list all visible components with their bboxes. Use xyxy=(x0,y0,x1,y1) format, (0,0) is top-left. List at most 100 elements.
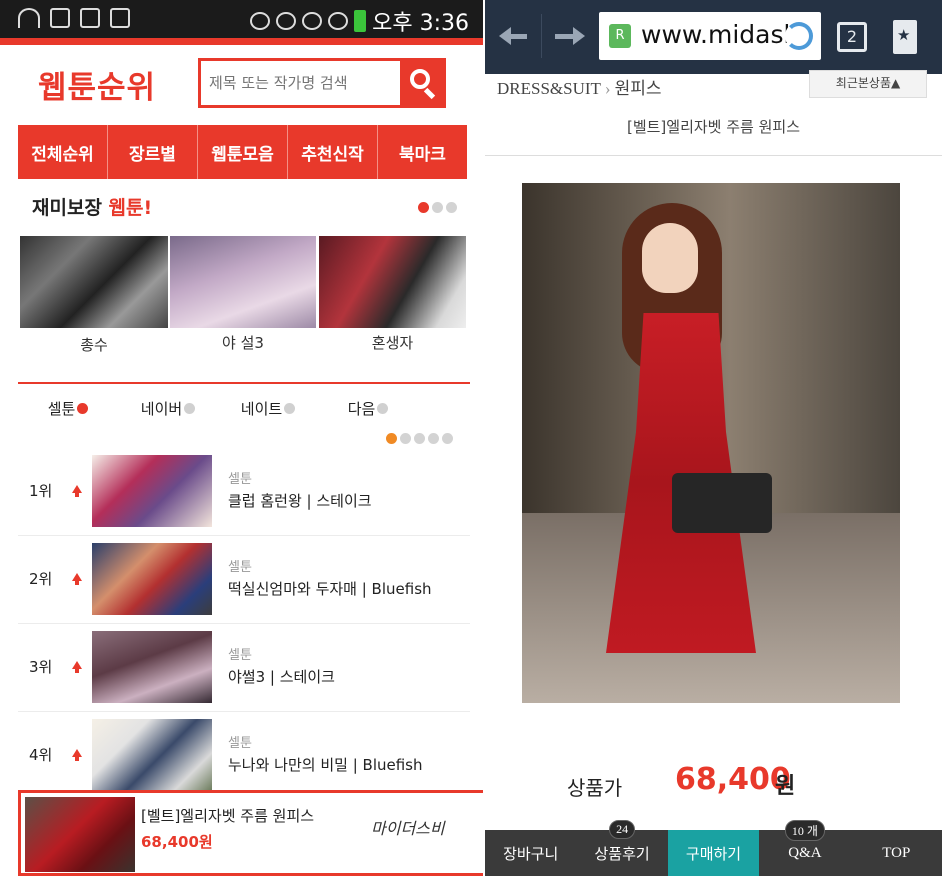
platform-tab-celltoon[interactable]: 셀툰 xyxy=(18,390,118,426)
platform-tab-daum[interactable]: 다음 xyxy=(318,390,418,426)
pager-dot[interactable] xyxy=(442,433,453,444)
android-status-bar: 오후 3:36 xyxy=(0,0,483,38)
pager-dot[interactable] xyxy=(414,433,425,444)
tab-label: TOP xyxy=(882,844,911,861)
breadcrumb-subcategory[interactable]: 원피스 xyxy=(615,79,662,98)
tab-label: Q&A xyxy=(788,844,822,861)
top-button[interactable]: TOP xyxy=(851,830,942,876)
ranking-pager xyxy=(386,433,453,444)
pager-dot[interactable] xyxy=(400,433,411,444)
ranking-title: 누나와 나만의 비밀 | Bluefish xyxy=(228,756,423,774)
platform-label: 셀툰 xyxy=(47,399,76,418)
qna-button[interactable]: 10 개 Q&A xyxy=(759,820,850,876)
reviews-count-badge: 24 xyxy=(609,820,636,839)
recent-products-button[interactable]: 최근본상품▲ xyxy=(809,70,927,98)
buy-button[interactable]: 구매하기 xyxy=(667,830,760,876)
main-nav: 전체순위 장르별 웹툰모음 추천신작 북마크 xyxy=(18,125,467,179)
platform-label: 네이트 xyxy=(240,399,283,418)
pager-dot[interactable] xyxy=(428,433,439,444)
reload-icon[interactable] xyxy=(785,22,813,50)
forward-button[interactable] xyxy=(553,22,585,50)
tab-label: 구매하기 xyxy=(685,846,742,863)
search-box xyxy=(198,58,446,108)
ranking-title: 클럽 홈런왕 | 스테이크 xyxy=(228,492,372,510)
shop-browser-panel: R www.midasb 2 DRESS&SUIT›원피스 최근본상품▲ [벨트… xyxy=(485,0,942,876)
featured-thumbnail xyxy=(170,236,316,328)
pager-dot[interactable] xyxy=(446,202,457,213)
ad-product-image xyxy=(25,797,135,872)
platform-label: 다음 xyxy=(347,399,376,418)
ranking-title: 야썰3 | 스테이크 xyxy=(228,668,335,686)
featured-item[interactable]: 야 설3 xyxy=(170,236,316,352)
ranking-platform: 셀툰 xyxy=(228,472,252,487)
ranking-row[interactable]: 4위 셀툰 누나와 나만의 비밀 | Bluefish xyxy=(18,712,470,800)
search-icon xyxy=(410,69,430,89)
breadcrumb-path: DRESS&SUIT › 원피스 xyxy=(497,74,662,99)
bookmark-icon[interactable] xyxy=(893,20,917,54)
clutch-bag xyxy=(672,473,772,533)
banner-ad[interactable]: [벨트]엘리자벳 주름 원피스 68,400원 마이더스비 xyxy=(18,790,483,876)
ranking-row[interactable]: 1위 셀툰 클럽 홈런왕 | 스테이크 xyxy=(18,448,470,536)
platform-dot xyxy=(184,402,196,414)
platform-tab-naver[interactable]: 네이버 xyxy=(118,390,218,426)
title-divider xyxy=(485,155,942,156)
signal-icon xyxy=(302,12,323,30)
download-icon xyxy=(110,8,130,28)
section-divider xyxy=(18,382,470,384)
search-button[interactable] xyxy=(400,60,444,106)
featured-item[interactable]: 총수 xyxy=(20,236,168,354)
pager-dot-active[interactable] xyxy=(386,433,397,444)
cart-button[interactable]: 장바구니 xyxy=(485,830,576,876)
ranking-platform: 셀툰 xyxy=(228,648,252,663)
featured-item[interactable]: 혼생자 xyxy=(319,236,466,352)
address-bar[interactable]: R www.midasb xyxy=(599,12,821,60)
status-time: 오후 3:36 xyxy=(372,11,469,36)
rank-number: 4위 xyxy=(29,746,53,764)
ranking-thumbnail xyxy=(92,719,212,791)
no-sim-icon xyxy=(328,12,349,30)
back-button[interactable] xyxy=(499,22,531,50)
eye-icon xyxy=(250,12,271,30)
promo-heading-accent: 웹툰! xyxy=(108,197,153,219)
ranking-list: 1위 셀툰 클럽 홈런왕 | 스테이크 2위 셀툰 떡실신엄마와 두자매 | B… xyxy=(18,448,470,800)
qna-count-badge: 10 개 xyxy=(784,820,825,841)
browser-toolbar: R www.midasb 2 xyxy=(485,0,942,74)
platform-dot xyxy=(284,402,296,414)
toolbar-separator xyxy=(541,14,542,58)
platform-label: 네이버 xyxy=(140,399,183,418)
nav-recommended[interactable]: 추천신작 xyxy=(288,125,378,179)
rank-number: 3위 xyxy=(29,658,53,676)
featured-caption: 혼생자 xyxy=(371,334,414,352)
ranking-row[interactable]: 2위 셀툰 떡실신엄마와 두자매 | Bluefish xyxy=(18,536,470,624)
sim-icon xyxy=(50,8,70,28)
featured-carousel: 총수 야 설3 혼생자 xyxy=(20,236,466,366)
price-unit: 원 xyxy=(775,774,796,799)
search-input[interactable] xyxy=(209,69,399,97)
price-row: 상품가 68,400 원 xyxy=(485,760,942,810)
pager-dot-active[interactable] xyxy=(418,202,429,213)
search-icon-handle xyxy=(423,87,436,100)
nav-all-ranking[interactable]: 전체순위 xyxy=(18,125,108,179)
rank-up-icon xyxy=(72,485,82,497)
ranking-thumbnail xyxy=(92,455,212,527)
platform-tab-nate[interactable]: 네이트 xyxy=(218,390,318,426)
gallery-icon xyxy=(80,8,100,28)
nav-collection[interactable]: 웹툰모음 xyxy=(198,125,288,179)
ad-price: 68,400원 xyxy=(141,833,213,851)
nav-genre[interactable]: 장르별 xyxy=(108,125,198,179)
rank-number: 1위 xyxy=(29,482,53,500)
product-photo[interactable] xyxy=(522,183,900,703)
nav-bookmark[interactable]: 북마크 xyxy=(378,125,467,179)
price-label: 상품가 xyxy=(567,776,623,800)
ad-title: [벨트]엘리자벳 주름 원피스 xyxy=(141,807,315,825)
rank-up-icon xyxy=(72,573,82,585)
breadcrumb-category[interactable]: DRESS&SUIT xyxy=(497,79,601,98)
breadcrumb-separator-icon: › xyxy=(604,79,611,98)
app-logo[interactable]: 웹툰순위 xyxy=(38,62,156,107)
header-accent-line xyxy=(0,38,483,45)
reviews-button[interactable]: 24 상품후기 xyxy=(576,820,667,876)
pager-dot[interactable] xyxy=(432,202,443,213)
ranking-row[interactable]: 3위 셀툰 야썰3 | 스테이크 xyxy=(18,624,470,712)
tabs-button[interactable]: 2 xyxy=(837,22,867,52)
promo-pager xyxy=(418,202,457,213)
